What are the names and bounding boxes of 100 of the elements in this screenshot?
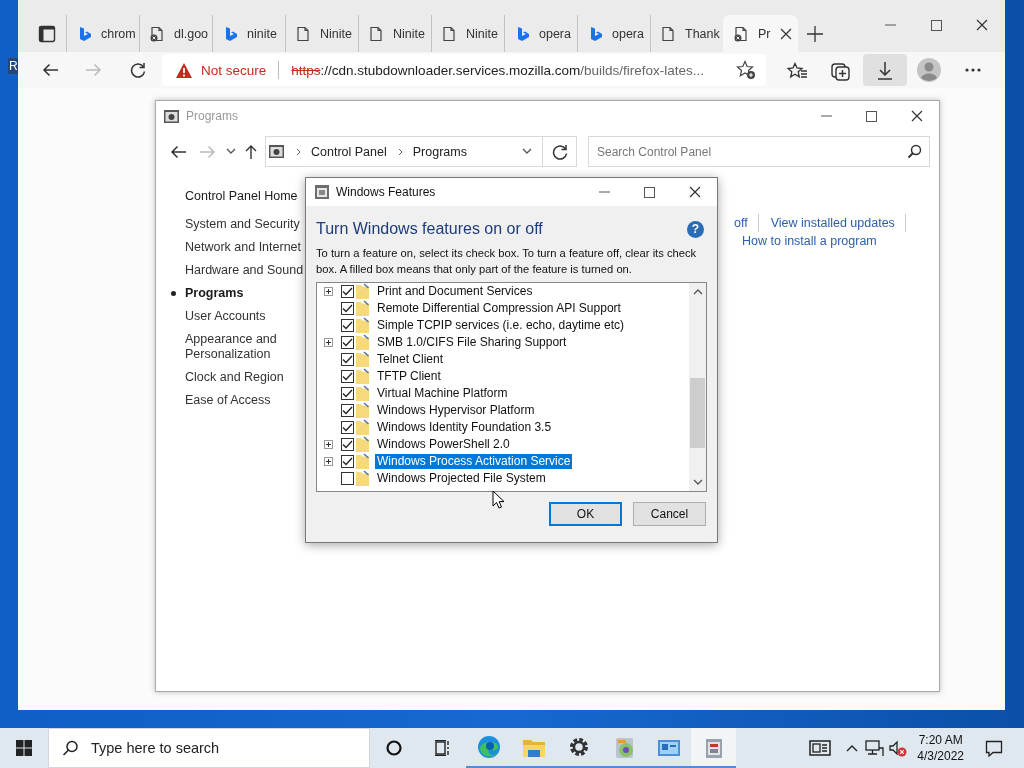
browser-tab[interactable]: Pr — [723, 15, 798, 52]
show-hidden-icon[interactable] — [845, 743, 858, 753]
checkbox[interactable] — [341, 421, 354, 434]
checkbox[interactable] — [341, 472, 354, 485]
checkbox[interactable] — [341, 387, 354, 400]
feature-label[interactable]: Windows PowerShell 2.0 — [375, 437, 512, 452]
cancel-button[interactable]: Cancel — [633, 502, 706, 526]
sidebar-icon[interactable] — [38, 24, 56, 43]
checkbox[interactable] — [341, 353, 354, 366]
expand-icon[interactable] — [324, 338, 333, 347]
desktop-icon-label[interactable]: R — [8, 58, 19, 74]
search-field[interactable]: Search Control Panel — [589, 143, 907, 160]
refresh-icon — [551, 143, 568, 160]
ok-button[interactable]: OK — [549, 502, 622, 526]
expand-icon[interactable] — [324, 287, 333, 296]
folder-icon — [355, 368, 370, 385]
feature-label[interactable]: Windows Projected File System — [375, 471, 548, 486]
feature-label[interactable]: Telnet Client — [375, 352, 446, 367]
settings-icon — [567, 736, 590, 758]
page-icon — [660, 25, 676, 42]
back-icon[interactable] — [42, 62, 58, 78]
favorite-add-icon[interactable] — [736, 60, 756, 80]
security-status[interactable]: Not secure — [201, 62, 267, 78]
search-field[interactable]: Type here to search — [89, 739, 369, 757]
checkbox[interactable] — [341, 438, 354, 451]
scroll-thumb[interactable] — [690, 378, 705, 448]
checkbox[interactable] — [341, 319, 354, 332]
folder-icon — [355, 300, 370, 317]
task-link[interactable]: off — [734, 214, 759, 232]
refresh-icon[interactable] — [130, 62, 146, 78]
task-link[interactable]: View installed updates — [770, 214, 906, 232]
up-icon[interactable] — [244, 143, 258, 160]
maximize-icon[interactable] — [930, 19, 942, 31]
browser-app-icon — [476, 735, 501, 759]
checkbox[interactable] — [341, 302, 354, 315]
features-icon — [314, 184, 330, 200]
scrollbar[interactable] — [689, 283, 706, 491]
checkbox[interactable] — [341, 455, 354, 468]
download-icon[interactable] — [875, 60, 895, 80]
close-icon[interactable] — [976, 19, 988, 31]
scroll-up-icon[interactable] — [692, 288, 703, 295]
cortana-ring-icon[interactable] — [386, 740, 402, 756]
network-icon[interactable] — [865, 739, 885, 757]
scroll-down-icon[interactable] — [692, 479, 703, 486]
dropdown-icon[interactable] — [522, 148, 532, 155]
close-icon[interactable] — [688, 186, 701, 198]
control-panel-icon — [268, 143, 285, 160]
feature-label[interactable]: Simple TCPIP services (i.e. echo, daytime etc) — [375, 318, 626, 333]
checkbox[interactable] — [341, 404, 354, 417]
feature-label[interactable]: Windows Identity Foundation 3.5 — [375, 420, 554, 435]
refresh-button[interactable] — [543, 136, 577, 167]
breadcrumb-item[interactable]: Control Panel — [311, 144, 387, 159]
breadcrumb-separator-icon — [296, 147, 301, 156]
news-icon[interactable] — [809, 739, 832, 757]
maximize-icon[interactable] — [866, 110, 877, 122]
task-view-icon[interactable] — [435, 740, 449, 756]
folder-icon — [355, 385, 370, 402]
address-field[interactable]: Not secure https://cdn.stubdownloader.services.mozilla.com/builds/firefox-lates... — [162, 54, 766, 86]
feature-label[interactable]: Remote Differential Compression API Support — [375, 301, 623, 316]
blocked-page-icon — [149, 25, 165, 42]
checkbox[interactable] — [341, 370, 354, 383]
feature-label[interactable]: TFTP Client — [375, 369, 443, 384]
window-title: Programs — [186, 109, 238, 123]
expand-icon[interactable] — [324, 457, 333, 466]
page-icon — [368, 25, 384, 42]
new-tab-icon[interactable] — [807, 25, 823, 42]
page-icon — [295, 25, 311, 42]
close-icon[interactable] — [779, 27, 792, 40]
feature-label[interactable]: Windows Hypervisor Platform — [375, 403, 537, 418]
notification-icon[interactable] — [985, 739, 1003, 757]
feature-label[interactable]: Virtual Machine Platform — [375, 386, 510, 401]
search-box[interactable]: Search Control Panel — [588, 136, 930, 167]
back-icon[interactable] — [170, 143, 186, 160]
breadcrumb-item[interactable]: Programs — [412, 144, 467, 159]
checkbox[interactable] — [341, 285, 354, 298]
address-bar[interactable]: Control Panel Programs — [265, 136, 543, 167]
search-box[interactable]: Type here to search — [48, 728, 370, 768]
muted-speaker-icon[interactable] — [888, 739, 907, 757]
checkbox[interactable] — [341, 336, 354, 349]
close-icon[interactable] — [910, 110, 923, 122]
window-title: Windows Features — [336, 185, 436, 199]
folder-icon — [355, 334, 370, 351]
more-icon[interactable] — [965, 68, 981, 72]
avatar-icon[interactable] — [917, 58, 941, 82]
recent-chevron-icon[interactable] — [226, 148, 236, 155]
download-button[interactable] — [863, 54, 907, 86]
windows-logo-icon[interactable] — [16, 740, 32, 756]
help-button[interactable]: ? — [687, 220, 704, 238]
task-link[interactable]: How to install a program — [742, 232, 877, 250]
maximize-icon[interactable] — [644, 186, 655, 198]
folder-icon — [355, 317, 370, 334]
clock[interactable]: 7:20 AM 4/3/2022 — [909, 728, 972, 768]
search-icon — [907, 144, 922, 159]
feature-label[interactable]: SMB 1.0/CIFS File Sharing Support — [375, 335, 569, 350]
feature-label[interactable]: Print and Document Services — [375, 284, 535, 299]
expand-icon[interactable] — [324, 440, 333, 449]
favorites-icon[interactable] — [786, 61, 808, 79]
page-icon — [441, 25, 457, 42]
folder-icon — [355, 436, 370, 453]
feature-label[interactable]: Windows Process Activation Service — [375, 454, 573, 469]
